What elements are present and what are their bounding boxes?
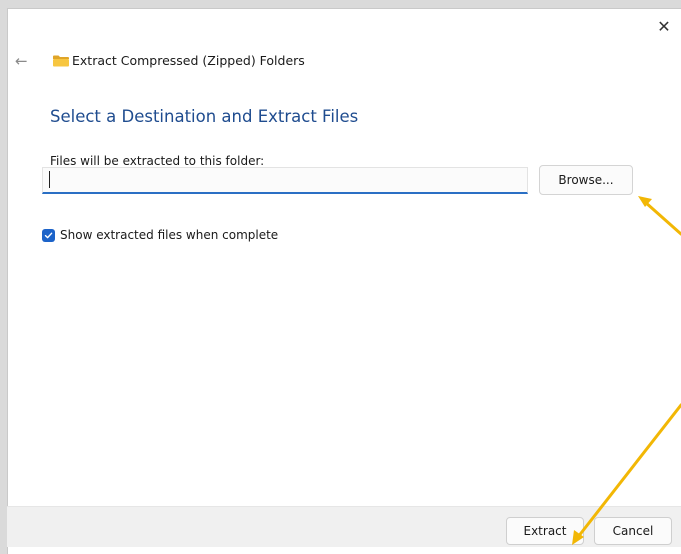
title-bar: ← Extract Compressed (Zipped) Folders [8,51,681,73]
extract-dialog: ✕ ← Extract Compressed (Zipped) Folders … [7,8,681,554]
back-arrow-icon[interactable]: ← [15,52,28,70]
cancel-button[interactable]: Cancel [594,517,672,545]
window-title: Extract Compressed (Zipped) Folders [72,53,305,68]
checkmark-icon [44,232,53,238]
show-files-checkbox[interactable] [42,228,55,242]
screen: ✕ ← Extract Compressed (Zipped) Folders … [0,0,681,554]
browse-button[interactable]: Browse... [539,165,633,195]
show-files-label: Show extracted files when complete [60,228,279,242]
close-icon: ✕ [657,16,671,36]
page-heading: Select a Destination and Extract Files [50,107,359,126]
destination-instruction: Files will be extracted to this folder: [50,154,265,168]
close-button[interactable]: ✕ [653,15,675,37]
folder-icon [53,55,69,67]
extract-button[interactable]: Extract [506,517,584,545]
show-files-option[interactable]: Show extracted files when complete [42,227,278,243]
dialog-footer: Extract Cancel [7,506,681,547]
destination-path-input[interactable] [42,167,528,194]
text-caret [49,171,50,188]
